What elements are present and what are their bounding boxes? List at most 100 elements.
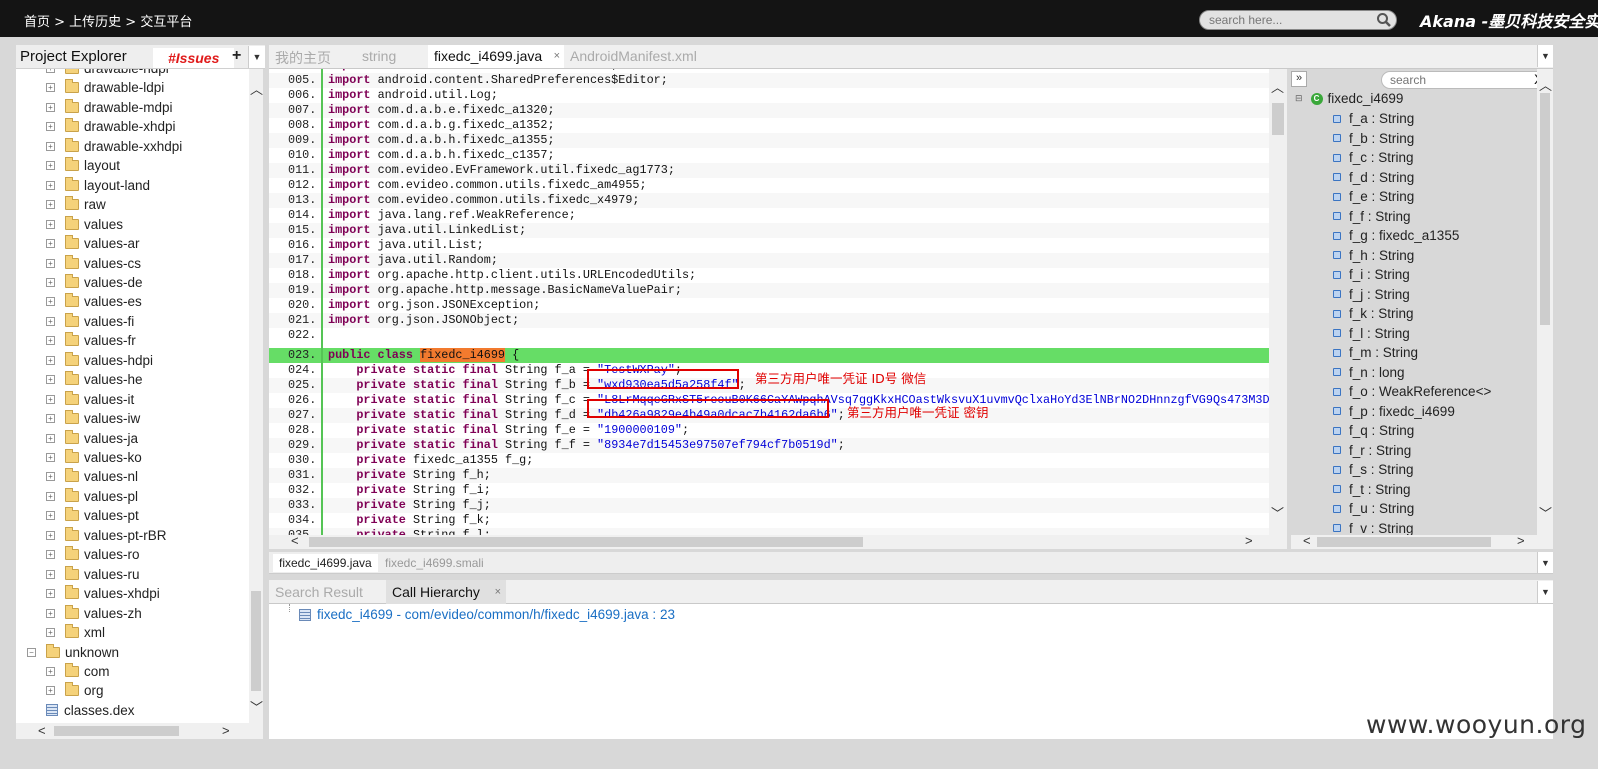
outline-horizontal-scrollbar[interactable]: < > bbox=[1291, 533, 1553, 549]
tree-item[interactable]: + values-hdpi bbox=[46, 351, 153, 370]
tab-android-manifest[interactable]: AndroidManifest.xml bbox=[564, 45, 703, 68]
outline-field[interactable]: f_d : String bbox=[1333, 168, 1414, 187]
expand-icon[interactable]: + bbox=[46, 316, 55, 326]
expand-icon[interactable]: + bbox=[46, 200, 55, 210]
tab-string[interactable]: string bbox=[356, 45, 402, 68]
tree-item[interactable]: + values-fi bbox=[46, 312, 134, 331]
outline-field[interactable]: f_g : fixedc_a1355 bbox=[1333, 226, 1459, 245]
scroll-thumb[interactable] bbox=[1272, 103, 1284, 135]
tree-item[interactable]: + drawable-xhdpi bbox=[46, 117, 176, 136]
code-line[interactable]: 009. import com.d.a.b.h.fixedc_a1355; bbox=[269, 133, 1269, 148]
outline-field[interactable]: f_j : String bbox=[1333, 285, 1410, 304]
outline-field[interactable]: f_m : String bbox=[1333, 343, 1418, 362]
outline-field[interactable]: f_t : String bbox=[1333, 480, 1411, 499]
outline-field[interactable]: f_v : String bbox=[1333, 519, 1414, 535]
tree-item[interactable]: + xml bbox=[46, 623, 105, 642]
tree-item[interactable]: + values-pt bbox=[46, 506, 139, 525]
scroll-down-icon[interactable]: ﹀ bbox=[1271, 503, 1284, 522]
expand-icon[interactable]: + bbox=[46, 433, 55, 443]
outline-field[interactable]: f_p : fixedc_i4699 bbox=[1333, 402, 1455, 421]
code-line[interactable]: 031. private String f_h; bbox=[269, 468, 1269, 483]
scroll-thumb[interactable] bbox=[1317, 537, 1491, 547]
scroll-up-icon[interactable]: ︿ bbox=[1271, 77, 1284, 96]
code-line[interactable]: 013. import com.evideo.common.utils.fixed… bbox=[269, 193, 1269, 208]
call-hierarchy-item[interactable]: fixedc_i4699 - com/evideo/common/h/fixed… bbox=[299, 607, 675, 622]
editor-vertical-scrollbar[interactable]: ︿ ﹀ bbox=[1269, 69, 1287, 535]
outline-field[interactable]: f_h : String bbox=[1333, 246, 1414, 265]
scroll-down-icon[interactable]: ﹀ bbox=[1539, 503, 1552, 522]
code-line-active[interactable]: 023. public class fixedc_i4699 { bbox=[269, 348, 1269, 363]
expand-icon[interactable]: + bbox=[46, 297, 55, 307]
expand-icon[interactable]: + bbox=[46, 453, 55, 462]
tree-item[interactable]: + values-he bbox=[46, 370, 143, 389]
add-tab-button[interactable]: + bbox=[232, 47, 241, 65]
tree-item[interactable]: + drawable-mdpi bbox=[46, 98, 173, 117]
scroll-down-icon[interactable]: ﹀ bbox=[250, 697, 263, 716]
expand-icon[interactable]: + bbox=[46, 628, 55, 638]
outline-vertical-scrollbar[interactable]: ︿ ﹀ bbox=[1537, 69, 1553, 535]
expand-icon[interactable]: + bbox=[46, 161, 55, 171]
outline-field[interactable]: f_e : String bbox=[1333, 187, 1414, 206]
explorer-dropdown-button[interactable]: ▼ bbox=[248, 46, 265, 68]
code-line[interactable]: 019. import org.apache.http.message.Basic… bbox=[269, 283, 1269, 298]
close-icon[interactable]: × bbox=[554, 50, 560, 62]
tree-item[interactable]: + values-ko bbox=[46, 448, 142, 467]
tree-item[interactable]: + values-it bbox=[46, 390, 134, 409]
collapse-toggle-icon[interactable]: ⊟ bbox=[1295, 93, 1303, 104]
expand-icon[interactable]: + bbox=[46, 608, 55, 618]
tab-issues[interactable]: #Issues bbox=[153, 48, 234, 68]
scroll-thumb[interactable] bbox=[309, 537, 863, 547]
scroll-up-icon[interactable]: ︿ bbox=[250, 79, 263, 98]
expand-icon[interactable]: + bbox=[46, 219, 55, 229]
search-icon[interactable] bbox=[1376, 12, 1392, 28]
bottom-dropdown-button[interactable]: ▼ bbox=[1537, 581, 1553, 603]
scroll-left-icon[interactable]: < bbox=[291, 533, 299, 548]
tree-item[interactable]: + layout bbox=[46, 156, 120, 175]
tree-item[interactable]: + values-iw bbox=[46, 409, 140, 428]
close-icon[interactable]: × bbox=[495, 586, 501, 598]
tree-item[interactable]: + raw bbox=[46, 195, 106, 214]
code-line[interactable]: 021. import org.json.JSONObject; bbox=[269, 313, 1269, 328]
tree-item[interactable]: classes.dex bbox=[27, 701, 135, 720]
tree-item[interactable]: + drawable-xxhdpi bbox=[46, 137, 182, 156]
tab-project-explorer[interactable]: Project Explorer bbox=[20, 48, 127, 65]
expand-icon[interactable]: + bbox=[46, 69, 55, 73]
expand-icon[interactable]: + bbox=[46, 277, 55, 287]
tree-item[interactable]: − unknown bbox=[27, 643, 119, 662]
tree-item[interactable]: + values-cs bbox=[46, 254, 141, 273]
code-line[interactable]: 020. import org.json.JSONException; bbox=[269, 298, 1269, 313]
collapse-icon[interactable]: − bbox=[27, 647, 36, 657]
tree-item[interactable]: + values-de bbox=[46, 273, 143, 292]
expand-icon[interactable]: + bbox=[46, 336, 55, 346]
scroll-left-icon[interactable]: < bbox=[1303, 533, 1311, 548]
code-line[interactable]: 035. private String f_l; bbox=[269, 528, 1269, 535]
code-line[interactable]: 032. private String f_i; bbox=[269, 483, 1269, 498]
scroll-right-icon[interactable]: > bbox=[1245, 533, 1253, 548]
tab-search-result[interactable]: Search Result bbox=[269, 580, 369, 604]
code-line[interactable]: 008. import com.d.a.b.g.fixedc_a1352; bbox=[269, 118, 1269, 133]
outline-field[interactable]: f_k : String bbox=[1333, 304, 1414, 323]
tree-item[interactable]: + values-ja bbox=[46, 429, 138, 448]
subtab-dropdown-button[interactable]: ▼ bbox=[1537, 552, 1553, 573]
tree-item[interactable]: + org bbox=[46, 681, 104, 700]
scroll-thumb[interactable] bbox=[1540, 93, 1550, 325]
tree-item[interactable]: + values-nl bbox=[46, 467, 138, 486]
outline-field[interactable]: f_i : String bbox=[1333, 265, 1410, 284]
tree-item[interactable]: + values-ru bbox=[46, 565, 140, 584]
expand-icon[interactable]: + bbox=[46, 530, 55, 540]
expand-icon[interactable]: + bbox=[46, 414, 55, 424]
outline-field[interactable]: f_c : String bbox=[1333, 148, 1414, 167]
outline-root[interactable]: ⊟ C fixedc_i4699 bbox=[1295, 89, 1403, 108]
code-line[interactable]: 005. import android.content.SharedPrefere… bbox=[269, 73, 1269, 88]
expand-icon[interactable]: + bbox=[46, 355, 55, 365]
tab-call-hierarchy[interactable]: Call Hierarchy × bbox=[386, 580, 506, 604]
scroll-left-icon[interactable]: < bbox=[38, 723, 46, 738]
top-search-input[interactable] bbox=[1199, 10, 1397, 30]
tab-home[interactable]: 我的主页 bbox=[269, 45, 337, 68]
subtab-smali[interactable]: fixedc_i4699.smali bbox=[379, 554, 490, 572]
scroll-right-icon[interactable]: > bbox=[222, 723, 230, 738]
tab-fixedc-java[interactable]: fixedc_i4699.java × bbox=[428, 45, 564, 68]
outline-field[interactable]: f_s : String bbox=[1333, 460, 1414, 479]
code-line[interactable]: 022. bbox=[269, 328, 1269, 343]
expand-icon[interactable]: + bbox=[46, 239, 55, 249]
